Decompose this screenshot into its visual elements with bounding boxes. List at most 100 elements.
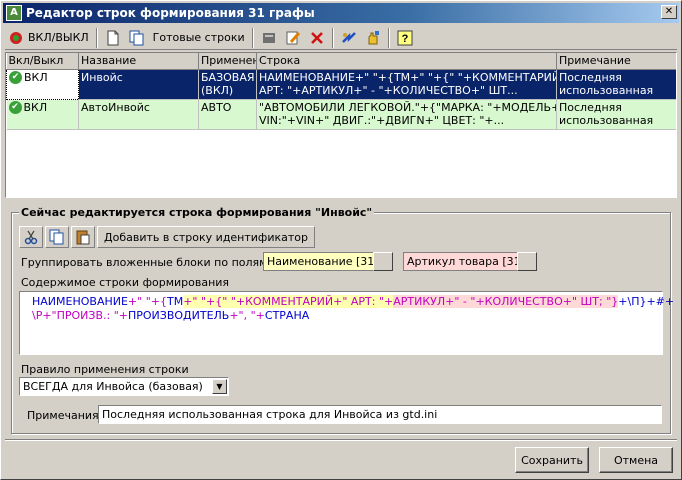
enabled-label: ВКЛ — [23, 100, 48, 114]
group-field-1[interactable]: Наименование [31_D — [263, 252, 375, 271]
check-icon: ✔ — [8, 101, 22, 114]
rule-select-value: ВСЕГДА для Инвойса (базовая) — [23, 380, 203, 393]
group-field-1-button[interactable] — [373, 252, 393, 271]
title-bar: A Редактор строк формирования 31 графы ✕ — [3, 3, 679, 23]
note-text: Последняя — [559, 100, 622, 114]
column-header[interactable]: Применени — [198, 53, 257, 70]
box-icon — [261, 30, 277, 46]
column-header[interactable]: Строка — [256, 53, 557, 70]
toolbar-separator — [251, 27, 254, 48]
toggle-enable-button[interactable]: ВКЛ/ВЫКЛ — [5, 27, 92, 49]
toolbar-separator — [387, 27, 390, 48]
editor-legend: Сейчас редактируется строка формирования… — [19, 206, 375, 219]
note-cell[interactable]: Последняя использованная — [556, 99, 676, 130]
content-editor[interactable]: НАИМЕНОВАНИЕ+" "+{ТМ+" "+{" "+КОММЕНТАРИ… — [19, 291, 674, 355]
enabled-cell[interactable]: ✔ ВКЛ — [6, 99, 79, 130]
toolbar-separator — [331, 27, 334, 48]
editor-window: A Редактор строк формирования 31 графы ✕… — [0, 0, 682, 480]
group-field-2-button[interactable] — [517, 252, 537, 271]
import-arrows-icon — [341, 30, 357, 46]
line-cell[interactable]: "АВТОМОБИЛИ ЛЕГКОВОЙ."+{"МАРКА: "+МОДЕЛЬ… — [256, 99, 557, 130]
help-button[interactable]: ? — [394, 27, 416, 49]
cut-button[interactable] — [19, 226, 43, 248]
rule-label: Правило применения строки — [21, 363, 189, 376]
close-button[interactable]: ✕ — [661, 5, 677, 19]
column-header[interactable]: Название — [78, 53, 199, 70]
content-token: КОММЕНТАРИЙ — [245, 295, 334, 308]
content-token: {" "+ — [215, 295, 246, 308]
footer-divider — [5, 439, 677, 441]
move-button[interactable] — [258, 27, 280, 49]
applied-line: АВТО — [201, 100, 232, 114]
main-toolbar: ВКЛ/ВЫКЛ Готовые строки ? — [5, 26, 677, 50]
note-text: использованная — [559, 113, 654, 127]
content-line-2: \Р+"ПРОИЗВ.: "+ПРОИЗВОДИТЕЛЬ+", "+СТРАНА — [32, 309, 650, 323]
copy-icon — [49, 229, 65, 245]
save-button[interactable]: Сохранить — [515, 447, 589, 473]
name-cell[interactable]: АвтоИнвойс — [78, 99, 199, 130]
copy-document-icon — [129, 30, 145, 46]
line-text: VIN:"+VIN+" ДВИГ.:"+ДВИГN+" ЦВЕТ: "+... — [259, 113, 505, 127]
new-row-button[interactable] — [102, 27, 124, 49]
delete-x-icon — [309, 30, 325, 46]
rule-select[interactable]: ВСЕГДА для Инвойса (базовая) ▼ — [19, 377, 229, 396]
applied-line: БАЗОВАЯ — [201, 70, 255, 84]
content-token: ПРОИЗВОДИТЕЛЬ — [127, 309, 230, 322]
table-row[interactable]: ✔ ВКЛ АвтоИнвойс АВТО "АВТОМОБИЛИ ЛЕГКОВО… — [6, 99, 676, 130]
content-token: ТМ — [166, 295, 184, 308]
editor-toolbar: Добавить в строку идентификатор — [19, 225, 315, 249]
name-cell[interactable]: Инвойс — [78, 69, 199, 100]
line-cell[interactable]: НАИМЕНОВАНИЕ+" "+{ТМ+" "+{" "+КОММЕНТАРИ… — [256, 69, 557, 100]
line-text: НАИМЕНОВАНИЕ+" "+{ТМ+" "+{" "+КОММЕНТАРИ… — [259, 70, 557, 84]
note-text: использованная — [559, 83, 654, 97]
help-icon: ? — [397, 30, 413, 46]
content-token: НАИМЕНОВАНИЕ — [32, 295, 128, 308]
cancel-button[interactable]: Отмена — [599, 447, 673, 473]
note-text: Последняя — [559, 70, 622, 84]
scissors-icon — [23, 229, 39, 245]
line-text: "АВТОМОБИЛИ ЛЕГКОВОЙ."+{"МАРКА: "+МОДЕЛЬ… — [259, 100, 557, 114]
enabled-label: ВКЛ — [24, 70, 48, 84]
enabled-cell[interactable]: ✔ ВКЛ — [6, 68, 79, 100]
applied-cell[interactable]: БАЗОВАЯ (ВКЛ) — [198, 69, 257, 100]
content-token: +" "+ — [183, 295, 216, 308]
window-title: Редактор строк формирования 31 графы — [26, 6, 315, 20]
content-token: КОЛИЧЕСТВО — [484, 295, 563, 308]
add-identifier-button[interactable]: Добавить в строку идентификатор — [97, 226, 315, 248]
copy-row-button[interactable] — [126, 27, 148, 49]
column-header[interactable]: Вкл/Выкл — [6, 53, 79, 70]
note-cell[interactable]: Последняя использованная — [556, 69, 676, 100]
ready-rows-label: Готовые строки — [152, 31, 245, 44]
content-token: \Р+"ПРОИЗВ.: "+ — [32, 309, 128, 322]
paste-button[interactable] — [71, 226, 95, 248]
chevron-down-icon[interactable]: ▼ — [212, 379, 227, 394]
column-header[interactable]: Примечание — [556, 53, 676, 70]
group-field-2[interactable]: Артикул товара [31_А — [403, 252, 519, 271]
new-document-icon — [105, 30, 121, 46]
group-label: Группировать вложенные блоки по полям: — [21, 256, 272, 269]
grid-header: Вкл/Выкл Название Применени Строка Приме… — [6, 53, 676, 70]
content-line-1: НАИМЕНОВАНИЕ+" "+{ТМ+" "+{" "+КОММЕНТАРИ… — [32, 295, 674, 309]
content-token: +" - "+ — [445, 295, 485, 308]
check-icon: ✔ — [9, 71, 22, 84]
content-token: +", "+ — [229, 309, 265, 322]
applied-cell[interactable]: АВТО — [198, 99, 257, 130]
content-token: АРТИКУЛ — [393, 295, 446, 308]
content-token: +" "+{ — [127, 295, 167, 308]
delete-button[interactable] — [306, 27, 328, 49]
notes-label: Примечания: — [27, 409, 103, 422]
applied-line: (ВКЛ) — [201, 83, 234, 97]
ready-rows-button[interactable]: Готовые строки — [150, 27, 248, 49]
hand-button[interactable] — [362, 27, 384, 49]
app-icon: A — [6, 5, 22, 21]
edit-button[interactable] — [282, 27, 304, 49]
rows-grid[interactable]: Вкл/Выкл Название Применени Строка Приме… — [5, 52, 677, 198]
content-label: Содержимое строки формирования — [21, 276, 230, 289]
hand-icon — [365, 30, 381, 46]
table-row[interactable]: ✔ ВКЛ Инвойс БАЗОВАЯ (ВКЛ) НАИМЕНОВАНИЕ+"… — [6, 68, 676, 100]
svg-text:?: ? — [401, 33, 408, 45]
import-button[interactable] — [338, 27, 360, 49]
toggle-icon — [8, 30, 24, 46]
copy-button[interactable] — [45, 226, 69, 248]
notes-input[interactable]: Последняя использованная строка для Инво… — [98, 405, 662, 424]
